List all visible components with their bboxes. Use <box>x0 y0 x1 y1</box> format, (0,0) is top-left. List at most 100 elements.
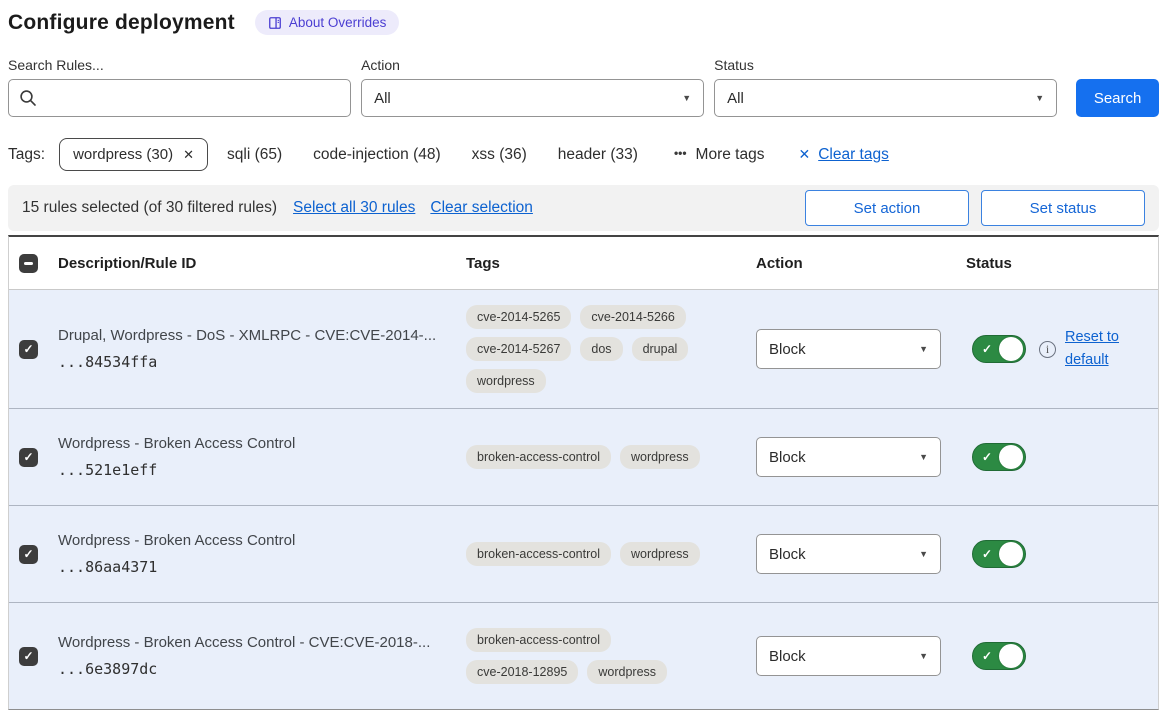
table-row: ✓ Drupal, Wordpress - DoS - XMLRPC - CVE… <box>9 290 1158 408</box>
column-header-action: Action <box>747 255 957 272</box>
rule-tags: broken-access-control wordpress <box>466 437 718 477</box>
chevron-down-icon: ▼ <box>919 344 928 354</box>
set-status-button[interactable]: Set status <box>981 190 1145 226</box>
search-icon <box>18 88 38 108</box>
rule-id: ...86aa4371 <box>58 558 457 576</box>
rule-tag: broken-access-control <box>466 628 611 652</box>
page-title: Configure deployment <box>8 11 235 35</box>
column-header-tags: Tags <box>457 255 747 272</box>
clear-tags-button[interactable]: ✕ Clear tags <box>798 146 888 164</box>
tag-filter-link[interactable]: sqli (65) <box>227 146 282 164</box>
chevron-down-icon: ▼ <box>682 93 691 103</box>
check-icon: ✓ <box>23 342 33 356</box>
status-toggle[interactable]: ✓ <box>972 540 1026 568</box>
about-overrides-label: About Overrides <box>289 15 387 30</box>
set-action-button[interactable]: Set action <box>805 190 969 226</box>
check-icon: ✓ <box>982 649 992 663</box>
tag-filter-link[interactable]: code-injection (48) <box>313 146 441 164</box>
rule-tag: cve-2014-5266 <box>580 305 685 329</box>
status-toggle[interactable]: ✓ <box>972 335 1026 363</box>
search-rules-group: Search Rules... <box>8 57 351 117</box>
toggle-knob <box>999 445 1023 469</box>
action-select[interactable]: Block ▼ <box>756 329 941 369</box>
status-filter-select[interactable]: All ▼ <box>714 79 1057 117</box>
rule-description: Wordpress - Broken Access Control <box>58 532 457 549</box>
check-icon: ✓ <box>982 450 992 464</box>
rule-tags: broken-access-controlwordpress <box>466 534 718 574</box>
chevron-down-icon: ▼ <box>919 452 928 462</box>
status-filter-group: Status All ▼ <box>714 57 1057 117</box>
toggle-knob <box>999 644 1023 668</box>
rule-tag: cve-2014-5267 <box>466 337 571 361</box>
remove-tag-icon[interactable]: ✕ <box>183 147 194 163</box>
page-header: Configure deployment About Overrides <box>8 10 1159 35</box>
action-filter-select[interactable]: All ▼ <box>361 79 704 117</box>
table-header-row: Description/Rule ID Tags Action Status <box>9 237 1158 290</box>
rule-tags: cve-2014-5265 cve-2014-5266 cve-2014-5267 d… <box>466 297 718 401</box>
more-tags-button[interactable]: ••• More tags <box>674 146 765 164</box>
rule-description: Drupal, Wordpress - DoS - XMLRPC - CVE:C… <box>58 327 457 344</box>
check-icon: ✓ <box>23 547 33 561</box>
rule-tag: broken-access-control <box>466 445 611 469</box>
action-select-value: Block <box>769 546 806 563</box>
selected-tag-wordpress[interactable]: wordpress (30) ✕ <box>59 138 208 171</box>
tag-filter-link[interactable]: xss (36) <box>472 146 527 164</box>
tags-bar-label: Tags: <box>8 146 45 164</box>
tag-filter-link[interactable]: header (33) <box>558 146 638 164</box>
row-checkbox[interactable]: ✓ <box>19 448 38 467</box>
rule-tag: wordpress <box>466 369 546 393</box>
ellipsis-icon: ••• <box>674 146 687 160</box>
rule-tag: wordpress <box>587 660 667 684</box>
select-all-checkbox[interactable] <box>19 254 38 273</box>
check-icon: ✓ <box>23 649 33 663</box>
action-select-value: Block <box>769 449 806 466</box>
selection-summary: 15 rules selected (of 30 filtered rules) <box>22 199 277 217</box>
filters-bar: Search Rules... Action All ▼ Status All … <box>8 57 1159 117</box>
reset-to-default-link[interactable]: Reset to default <box>1065 326 1129 372</box>
table-row: ✓ Wordpress - Broken Access Control - CV… <box>9 602 1158 709</box>
table-row: ✓ Wordpress - Broken Access Control ...8… <box>9 505 1158 602</box>
action-filter-value: All <box>374 90 391 107</box>
close-icon: ✕ <box>798 146 810 163</box>
toggle-knob <box>999 542 1023 566</box>
info-icon[interactable]: i <box>1039 341 1056 358</box>
rule-description: Wordpress - Broken Access Control - CVE:… <box>58 634 457 651</box>
select-all-link[interactable]: Select all 30 rules <box>293 199 415 217</box>
rule-tag: dos <box>580 337 622 361</box>
clear-tags-label: Clear tags <box>818 146 889 164</box>
status-toggle[interactable]: ✓ <box>972 443 1026 471</box>
action-select[interactable]: Block ▼ <box>756 534 941 574</box>
chevron-down-icon: ▼ <box>1035 93 1044 103</box>
status-toggle[interactable]: ✓ <box>972 642 1026 670</box>
search-button[interactable]: Search <box>1076 79 1159 117</box>
status-filter-value: All <box>727 90 744 107</box>
row-checkbox[interactable]: ✓ <box>19 340 38 359</box>
row-checkbox[interactable]: ✓ <box>19 647 38 666</box>
column-header-description: Description/Rule ID <box>49 255 457 272</box>
status-filter-label: Status <box>714 57 1057 73</box>
rule-tag: wordpress <box>620 542 700 566</box>
rule-id: ...521e1eff <box>58 461 457 479</box>
rule-tag: drupal <box>632 337 689 361</box>
action-select-value: Block <box>769 341 806 358</box>
check-icon: ✓ <box>982 547 992 561</box>
rule-tag: cve-2018-12895 <box>466 660 578 684</box>
book-icon <box>268 16 282 30</box>
rules-table: Description/Rule ID Tags Action Status ✓… <box>8 235 1159 710</box>
more-tags-label: More tags <box>696 146 765 164</box>
toggle-knob <box>999 337 1023 361</box>
rule-tag: cve-2014-5265 <box>466 305 571 329</box>
about-overrides-badge[interactable]: About Overrides <box>255 10 400 35</box>
clear-selection-link[interactable]: Clear selection <box>430 199 533 217</box>
search-rules-input[interactable] <box>8 79 351 117</box>
rule-tag: wordpress <box>620 445 700 469</box>
column-header-status: Status <box>957 255 1158 272</box>
row-checkbox[interactable]: ✓ <box>19 545 38 564</box>
chevron-down-icon: ▼ <box>919 549 928 559</box>
search-rules-label: Search Rules... <box>8 57 351 73</box>
action-select[interactable]: Block ▼ <box>756 636 941 676</box>
rule-id: ...84534ffa <box>58 353 457 371</box>
tag-links: sqli (65) code-injection (48) xss (36) head… <box>227 146 638 164</box>
action-select[interactable]: Block ▼ <box>756 437 941 477</box>
rule-id: ...6e3897dc <box>58 660 457 678</box>
